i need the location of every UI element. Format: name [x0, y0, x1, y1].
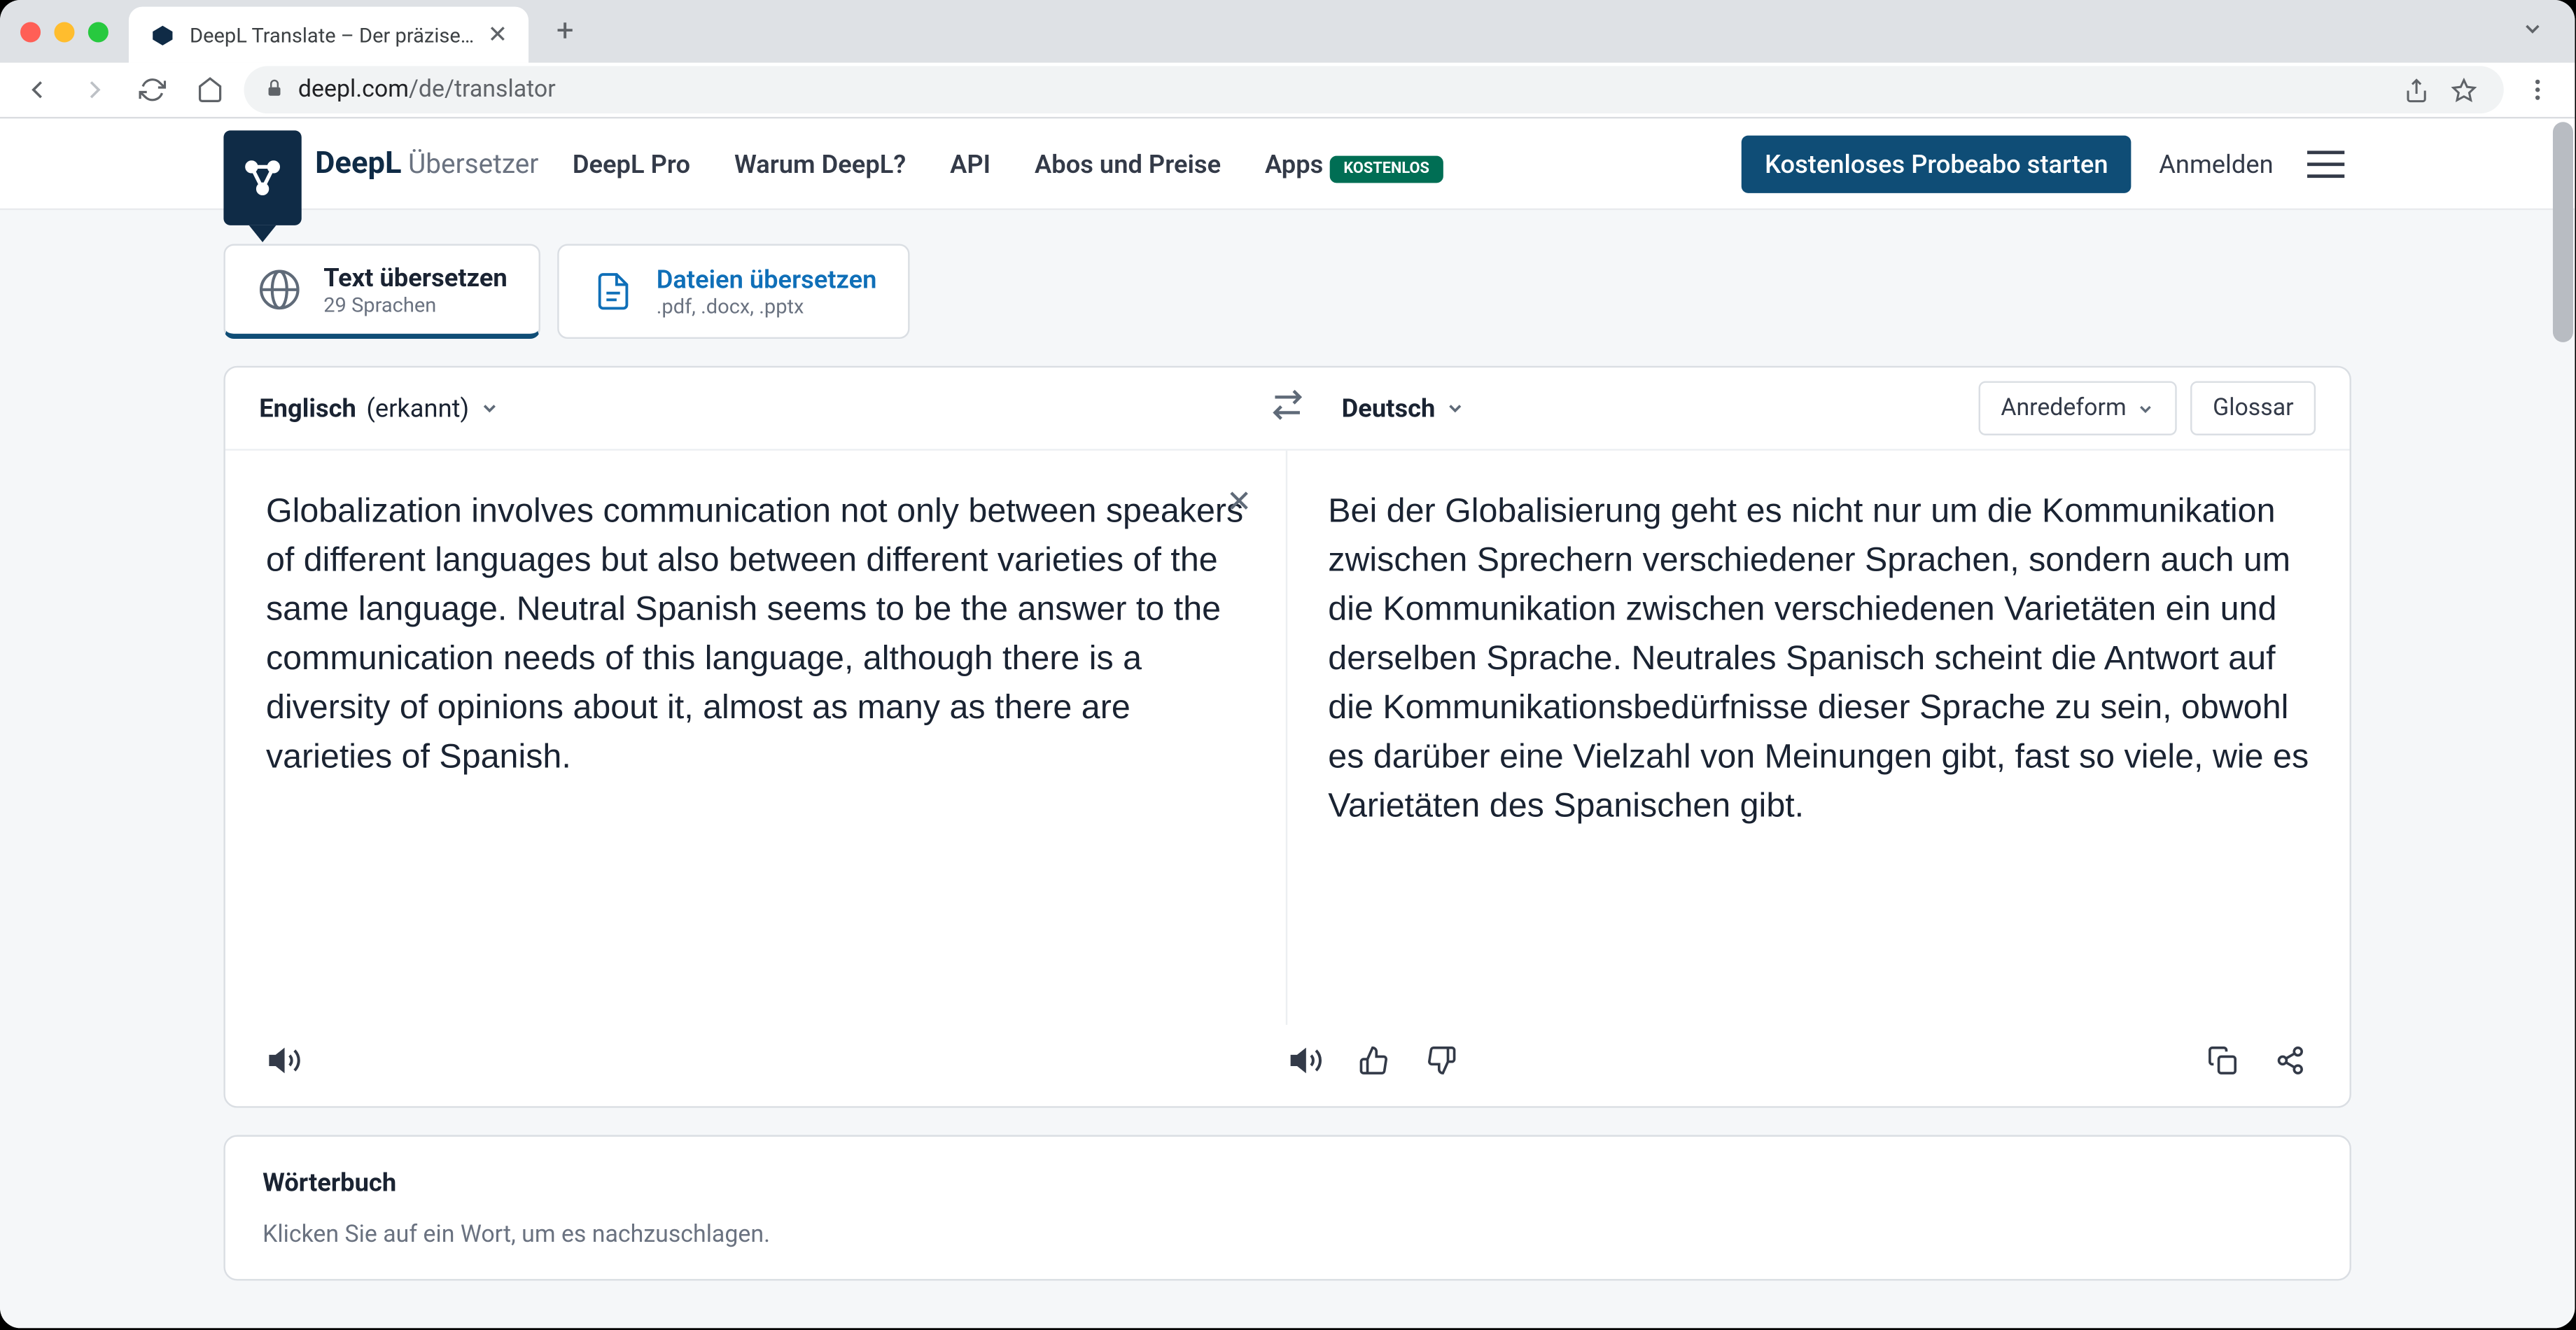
mode-file-sub: .pdf, .docx, .pptx [657, 295, 877, 318]
target-lang-select[interactable]: Deutsch [1342, 393, 1466, 424]
url-path: /de/translator [409, 76, 556, 104]
forward-button[interactable] [71, 66, 119, 113]
text-actions [225, 1025, 2350, 1106]
favicon-icon [149, 21, 176, 48]
mode-file-title: Dateien übersetzen [657, 265, 877, 295]
dictionary-hint: Klicken Sie auf ein Wort, um es nachzusc… [262, 1222, 2312, 1249]
scrollbar[interactable] [2552, 118, 2575, 1328]
browser-tab[interactable]: DeepL Translate – Der präzise… ✕ [129, 7, 528, 63]
tab-text-translate[interactable]: Text übersetzen 29 Sprachen [223, 244, 539, 339]
logo-subtext: Übersetzer [408, 148, 538, 180]
reload-button[interactable] [129, 66, 176, 113]
source-text[interactable]: Globalization involves communication not… [266, 488, 1245, 783]
chevron-down-icon [1446, 398, 1466, 419]
logo-text: DeepL [315, 146, 401, 181]
speak-target-icon[interactable] [1287, 1042, 1324, 1079]
mode-tabs: Text übersetzen 29 Sprachen Dateien über… [0, 210, 2575, 339]
new-tab-button[interactable]: + [541, 8, 589, 55]
back-button[interactable] [13, 66, 61, 113]
glossary-button[interactable]: Glossar [2191, 382, 2316, 435]
dictionary-title: Wörterbuch [262, 1167, 2312, 1198]
share-icon[interactable] [2395, 69, 2436, 110]
minimize-window-button[interactable] [54, 21, 74, 41]
browser-menu-icon[interactable] [2514, 66, 2561, 113]
language-bar: Englisch (erkannt) Deutsch Anred [225, 368, 2350, 449]
close-tab-icon[interactable]: ✕ [488, 21, 507, 48]
chevron-down-icon [2136, 399, 2155, 418]
close-window-button[interactable] [20, 21, 41, 41]
chevron-down-icon [479, 398, 500, 419]
nav-pricing[interactable]: Abos und Preise [1035, 148, 1221, 179]
toolbar: deepl.com/de/translator [0, 63, 2575, 119]
header-right: Kostenloses Probeabo starten Anmelden [1741, 134, 2351, 192]
window-controls [20, 21, 108, 41]
target-text-panel: Bei der Globalisierung geht es nicht nur… [1287, 451, 2349, 1025]
main-nav: DeepL Pro Warum DeepL? API Abos und Prei… [573, 148, 1443, 179]
logo[interactable]: DeepL Übersetzer [223, 118, 538, 224]
source-lang-select[interactable]: Englisch (erkannt) [259, 393, 499, 424]
dictionary-card: Wörterbuch Klicken Sie auf ein Wort, um … [223, 1135, 2351, 1280]
target-text[interactable]: Bei der Globalisierung geht es nicht nur… [1328, 488, 2309, 832]
maximize-window-button[interactable] [88, 21, 108, 41]
apps-badge: KOSTENLOS [1330, 155, 1443, 182]
formality-select[interactable]: Anredeform [1979, 382, 2177, 435]
scroll-thumb[interactable] [2553, 122, 2573, 342]
tab-title: DeepL Translate – Der präzise… [190, 23, 474, 47]
thumbs-down-icon[interactable] [1423, 1042, 1460, 1079]
mode-text-sub: 29 Sprachen [323, 293, 507, 317]
globe-icon [255, 266, 303, 314]
nav-api[interactable]: API [950, 148, 990, 179]
site-header: DeepL Übersetzer DeepL Pro Warum DeepL? … [0, 118, 2575, 210]
copy-icon[interactable] [2204, 1042, 2241, 1079]
clear-source-icon[interactable]: ✕ [1226, 484, 1252, 520]
browser-window: DeepL Translate – Der präzise… ✕ + deepl… [0, 0, 2575, 1328]
nav-why[interactable]: Warum DeepL? [734, 148, 906, 179]
source-text-panel: Globalization involves communication not… [225, 451, 1287, 1025]
page-content: DeepL Übersetzer DeepL Pro Warum DeepL? … [0, 118, 2575, 1328]
text-panels: Globalization involves communication not… [225, 449, 2350, 1025]
address-bar[interactable]: deepl.com/de/translator [244, 66, 2503, 113]
home-button[interactable] [186, 66, 234, 113]
translator-panel: Englisch (erkannt) Deutsch Anred [223, 366, 2351, 1108]
bookmark-icon[interactable] [2443, 69, 2484, 110]
file-icon [589, 267, 636, 315]
login-link[interactable]: Anmelden [2159, 148, 2273, 179]
logo-icon [223, 130, 301, 225]
swap-languages-icon[interactable] [1269, 386, 1306, 430]
lock-icon [265, 77, 285, 102]
trial-button[interactable]: Kostenloses Probeabo starten [1741, 134, 2132, 192]
tabs-dropdown-icon[interactable] [2510, 7, 2554, 56]
nav-pro[interactable]: DeepL Pro [573, 148, 690, 179]
speak-source-icon[interactable] [266, 1042, 303, 1079]
tab-file-translate[interactable]: Dateien übersetzen .pdf, .docx, .pptx [556, 244, 909, 339]
nav-apps[interactable]: AppsKOSTENLOS [1265, 148, 1443, 179]
tab-strip: DeepL Translate – Der präzise… ✕ + [0, 0, 2575, 63]
share-translation-icon[interactable] [2272, 1042, 2309, 1079]
thumbs-up-icon[interactable] [1355, 1042, 1392, 1079]
mode-text-title: Text übersetzen [323, 262, 507, 293]
url-domain: deepl.com [298, 76, 409, 104]
menu-icon[interactable] [2300, 143, 2351, 183]
